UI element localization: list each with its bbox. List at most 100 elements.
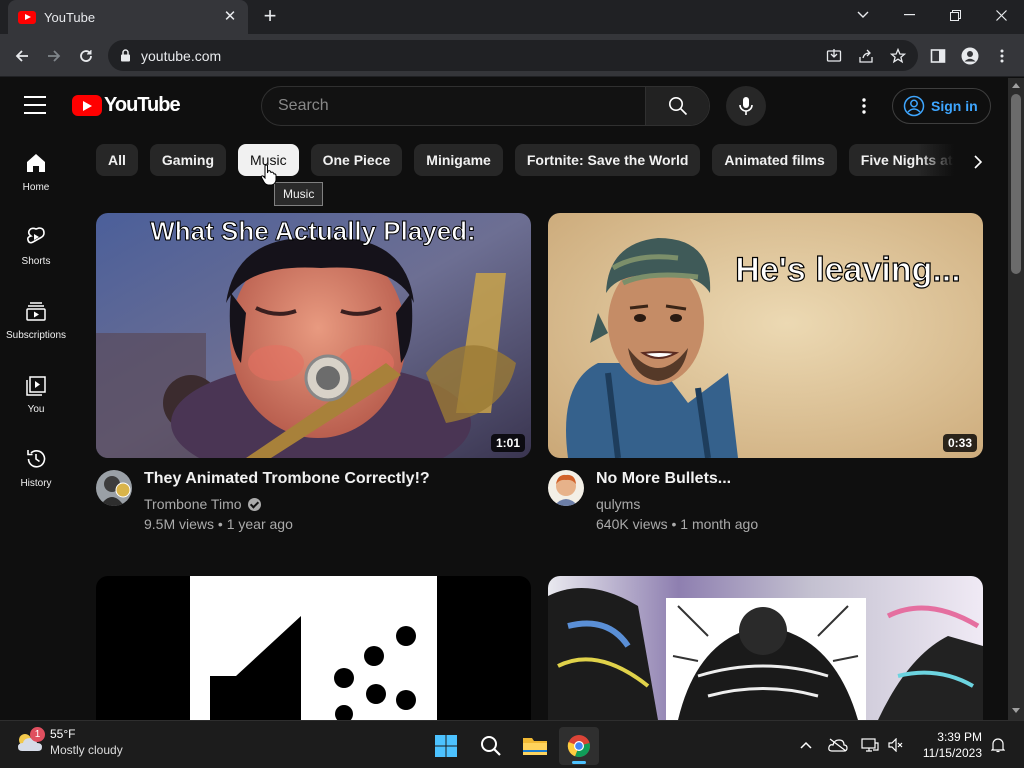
video-thumbnail[interactable] [548, 576, 983, 720]
start-button[interactable] [426, 727, 466, 765]
search-button[interactable] [645, 87, 709, 125]
sidebar-item-label: Shorts [21, 256, 51, 267]
hand-cursor-icon [260, 164, 278, 186]
chrome-taskbar-button[interactable] [559, 727, 599, 765]
chip-all[interactable]: All [96, 144, 138, 176]
sign-in-label: Sign in [931, 98, 978, 114]
minimize-button[interactable] [886, 0, 932, 30]
taskbar-search-button[interactable] [471, 727, 511, 765]
reload-button[interactable] [72, 42, 100, 70]
back-button[interactable] [8, 42, 36, 70]
share-icon[interactable] [852, 42, 880, 70]
video-title[interactable]: No More Bullets... [596, 470, 731, 488]
video-stats: 9.5M views • 1 year ago [144, 516, 293, 532]
search-input[interactable] [262, 87, 646, 125]
video-title[interactable]: They Animated Trombone Correctly!? [144, 470, 430, 488]
tab-search-chevron-icon[interactable] [840, 0, 886, 30]
mini-guide-sidebar: Home Shorts Subscriptions You History [0, 134, 72, 504]
onedrive-offline-icon[interactable] [826, 735, 850, 755]
subscriptions-icon [26, 302, 46, 321]
youtube-masthead: YouTube Sign in [0, 78, 1008, 134]
chrome-icon [567, 735, 590, 758]
weather-condition: Mostly cloudy [50, 743, 123, 757]
speaker-muted-icon[interactable] [884, 735, 908, 755]
channel-name[interactable]: Trombone Timo [144, 496, 261, 512]
home-icon [27, 154, 45, 172]
search-icon [481, 736, 501, 756]
network-icon[interactable] [858, 735, 882, 755]
channel-avatar[interactable] [548, 470, 584, 506]
system-clock[interactable]: 3:39 PM 11/15/2023 [910, 729, 982, 761]
scrollbar-thumb[interactable] [1011, 94, 1021, 274]
windows-logo-icon [435, 735, 457, 757]
sidebar-item-shorts[interactable]: Shorts [0, 208, 72, 282]
sidebar-item-label: Subscriptions [5, 330, 67, 341]
close-window-button[interactable] [978, 0, 1024, 30]
file-explorer-button[interactable] [515, 727, 555, 765]
search-box [261, 86, 710, 126]
thumbnail-caption: What She Actually Played: [150, 216, 476, 246]
video-thumbnail[interactable] [96, 576, 531, 720]
sidebar-item-label: History [20, 478, 52, 489]
sidebar-item-subscriptions[interactable]: Subscriptions [0, 282, 72, 356]
side-panel-icon[interactable] [924, 42, 952, 70]
filter-chip-bar: All Gaming Music One Piece Minigame Fortnite:… [96, 144, 976, 176]
chip-fortnite-save-the-world[interactable]: Fortnite: Save the World [514, 144, 701, 176]
video-card[interactable] [96, 576, 531, 720]
history-icon [27, 450, 46, 468]
sidebar-item-home[interactable]: Home [0, 134, 72, 208]
install-app-icon[interactable] [820, 42, 848, 70]
voice-search-button[interactable] [726, 86, 766, 126]
channel-name[interactable]: qulyms [596, 496, 640, 512]
folder-icon [523, 738, 547, 755]
youtube-play-logo-icon [72, 95, 102, 116]
sidebar-item-label: You [27, 404, 45, 415]
browser-tab-youtube[interactable]: YouTube ✕ [8, 0, 248, 34]
guide-menu-icon[interactable] [24, 96, 46, 114]
weather-temperature: 55°F [50, 727, 76, 741]
video-metadata: They Animated Trombone Correctly!? Tromb… [96, 470, 531, 540]
chrome-menu-icon[interactable] [988, 42, 1016, 70]
clock-time: 3:39 PM [937, 730, 982, 744]
video-thumbnail[interactable]: What She Actually Played: 1:01 [96, 213, 531, 458]
video-card[interactable] [548, 576, 983, 720]
notification-bell-icon[interactable] [986, 735, 1010, 755]
youtube-logo[interactable]: YouTube [72, 94, 181, 117]
windows-taskbar: 55°F Mostly cloudy 1 3:39 PM 11/15/2023 [0, 720, 1024, 768]
chip-next-chevron-icon[interactable] [964, 148, 992, 176]
sidebar-item-label: Home [22, 182, 50, 193]
video-duration: 1:01 [490, 434, 525, 452]
tab-close-icon[interactable]: ✕ [222, 9, 238, 25]
chip-animated-films[interactable]: Animated films [712, 144, 837, 176]
chip-minigame[interactable]: Minigame [414, 144, 503, 176]
page-scrollbar[interactable] [1008, 78, 1024, 720]
bookmark-star-icon[interactable] [884, 42, 912, 70]
profile-icon[interactable] [956, 42, 984, 70]
video-card[interactable]: He's leaving... 0:33 No More Bullets... … [548, 213, 983, 540]
chip-gaming[interactable]: Gaming [149, 144, 227, 176]
address-bar[interactable]: youtube.com [108, 40, 918, 71]
video-card[interactable]: What She Actually Played: 1:01 They Anim… [96, 213, 531, 540]
scroll-down-arrow-icon[interactable] [1012, 708, 1020, 713]
settings-menu-icon[interactable] [852, 94, 876, 118]
show-hidden-icons-chevron-icon[interactable] [794, 735, 818, 755]
shorts-icon [27, 227, 45, 244]
sidebar-item-you[interactable]: You [0, 356, 72, 430]
scroll-up-arrow-icon[interactable] [1012, 83, 1020, 88]
video-thumbnail[interactable]: He's leaving... 0:33 [548, 213, 983, 458]
thumbnail-caption: He's leaving... [735, 251, 960, 289]
new-tab-button[interactable]: + [258, 5, 282, 29]
verified-badge-icon [247, 497, 261, 511]
forward-button[interactable] [40, 42, 68, 70]
tab-title: YouTube [44, 9, 96, 25]
chip-one-piece[interactable]: One Piece [310, 144, 403, 176]
sidebar-item-history[interactable]: History [0, 430, 72, 504]
video-stats: 640K views • 1 month ago [596, 516, 759, 532]
channel-avatar[interactable] [96, 470, 132, 506]
restore-button[interactable] [932, 0, 978, 30]
channel-name-text: Trombone Timo [144, 496, 242, 512]
url-text: youtube.com [141, 47, 222, 64]
sign-in-button[interactable]: Sign in [892, 88, 991, 124]
clock-date: 11/15/2023 [922, 746, 982, 760]
video-metadata: No More Bullets... qulyms 640K views • 1… [548, 470, 983, 540]
